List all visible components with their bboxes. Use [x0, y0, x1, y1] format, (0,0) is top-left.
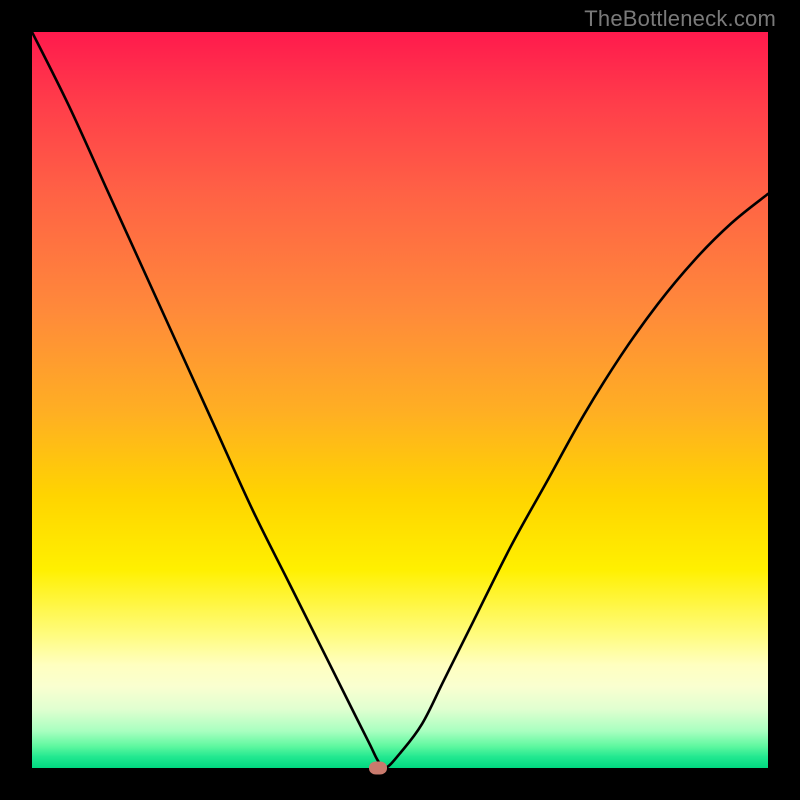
- bottleneck-curve: [32, 32, 768, 768]
- chart-frame: TheBottleneck.com: [0, 0, 800, 800]
- watermark-text: TheBottleneck.com: [584, 6, 776, 32]
- optimum-marker: [369, 762, 387, 775]
- plot-area: [32, 32, 768, 768]
